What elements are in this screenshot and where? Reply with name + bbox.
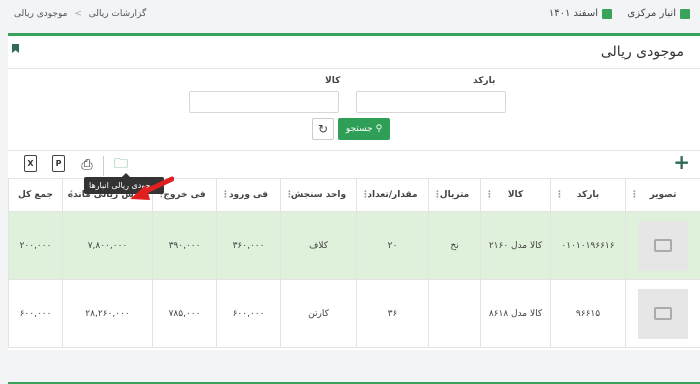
annotation-arrow-icon bbox=[130, 176, 174, 202]
inventory-table: تصویر⋮ بارکد⋮ کالا⋮ متریال⋮ مقدار/تعداد⋮… bbox=[8, 178, 700, 348]
row-remaining-value: ۷,۸۰۰,۰۰۰ bbox=[63, 212, 153, 280]
reset-button[interactable]: ↻ bbox=[312, 118, 334, 140]
row-total: ۶۰۰,۰۰۰ bbox=[9, 280, 63, 348]
divider bbox=[8, 68, 700, 69]
breadcrumb-separator: > bbox=[74, 9, 82, 19]
row-barcode: ۹۶۶۱۵ bbox=[551, 280, 626, 348]
row-quantity: ۳۶ bbox=[357, 280, 429, 348]
barcode-label: بارکد bbox=[473, 76, 495, 86]
col-header-quantity[interactable]: مقدار/تعداد⋮ bbox=[357, 179, 429, 212]
row-unit-in: ۳۶۰,۰۰۰ bbox=[217, 212, 281, 280]
search-icon: ⚲ bbox=[376, 124, 383, 134]
row-total: ۲۰۰,۰۰۰ bbox=[9, 212, 63, 280]
row-image bbox=[626, 212, 700, 280]
barcode-input[interactable] bbox=[356, 91, 506, 113]
search-label: جستجو bbox=[346, 124, 373, 134]
row-image bbox=[626, 280, 700, 348]
image-placeholder-icon bbox=[638, 221, 688, 271]
row-barcode: ۰۱۰۱۰۱۹۶۶۱۶ bbox=[551, 212, 626, 280]
warehouse-label: انبار مرکزی bbox=[627, 8, 676, 19]
col-header-material[interactable]: متریال⋮ bbox=[429, 179, 481, 212]
main-panel: موجودی ریالی بارکد کالا جستجو ⚲ ↻ X P ⎙ … bbox=[8, 36, 700, 350]
search-button[interactable]: جستجو ⚲ bbox=[338, 118, 390, 140]
col-header-total[interactable]: جمع کل bbox=[9, 179, 63, 212]
folder-icon[interactable]: 🗀 bbox=[112, 155, 130, 175]
row-remaining-value: ۲۸,۲۶۰,۰۰۰ bbox=[63, 280, 153, 348]
image-placeholder-icon bbox=[638, 289, 688, 339]
date-label: اسفند ۱۴۰۱ bbox=[549, 8, 598, 19]
top-bar: گزارشات ریالی > موجودی ریالی انبار مرکزی… bbox=[0, 0, 700, 34]
row-item: کالا مدل ۲۱۶۰ bbox=[481, 212, 551, 280]
breadcrumb-parent[interactable]: گزارشات ریالی bbox=[89, 9, 147, 19]
breadcrumb-current: موجودی ریالی bbox=[14, 9, 67, 19]
col-header-item[interactable]: کالا⋮ bbox=[481, 179, 551, 212]
warehouse-icon bbox=[680, 9, 690, 19]
row-quantity: ۲۰ bbox=[357, 212, 429, 280]
row-unit-out: ۷۸۵,۰۰۰ bbox=[153, 280, 217, 348]
col-header-unit[interactable]: واحد سنجش⋮ bbox=[281, 179, 357, 212]
date-display: اسفند ۱۴۰۱ bbox=[549, 8, 612, 19]
col-header-image[interactable]: تصویر⋮ bbox=[626, 179, 700, 212]
add-button[interactable]: + bbox=[673, 150, 690, 174]
item-label: کالا bbox=[325, 76, 340, 86]
row-unit: کلاف bbox=[281, 212, 357, 280]
pdf-export-icon[interactable]: P bbox=[52, 155, 65, 172]
row-material bbox=[429, 280, 481, 348]
toolbar-separator bbox=[103, 156, 104, 176]
warehouse-selector[interactable]: انبار مرکزی bbox=[627, 8, 690, 19]
table-row[interactable]: ۰۱۰۱۰۱۹۶۶۱۶ کالا مدل ۲۱۶۰ نخ ۲۰ کلاف ۳۶۰… bbox=[9, 212, 700, 280]
col-header-barcode[interactable]: بارکد⋮ bbox=[551, 179, 626, 212]
row-unit: کارتن bbox=[281, 280, 357, 348]
row-material: نخ bbox=[429, 212, 481, 280]
excel-export-icon[interactable]: X bbox=[24, 155, 37, 172]
row-unit-in: ۶۰۰,۰۰۰ bbox=[217, 280, 281, 348]
item-input[interactable] bbox=[189, 91, 339, 113]
row-item: کالا مدل ۸۶۱۸ bbox=[481, 280, 551, 348]
page-title: موجودی ریالی bbox=[601, 44, 684, 60]
table-row[interactable]: ۹۶۶۱۵ کالا مدل ۸۶۱۸ ۳۶ کارتن ۶۰۰,۰۰۰ ۷۸۵… bbox=[9, 280, 700, 348]
calendar-icon bbox=[602, 9, 612, 19]
print-icon[interactable]: ⎙ bbox=[78, 155, 96, 175]
row-unit-out: ۳۹۰,۰۰۰ bbox=[153, 212, 217, 280]
toolbar-divider bbox=[8, 150, 700, 151]
refresh-icon: ↻ bbox=[318, 122, 328, 136]
breadcrumb: گزارشات ریالی > موجودی ریالی bbox=[14, 9, 146, 19]
bookmark-icon[interactable] bbox=[12, 44, 19, 53]
col-header-unit-in[interactable]: فی ورود⋮ bbox=[217, 179, 281, 212]
